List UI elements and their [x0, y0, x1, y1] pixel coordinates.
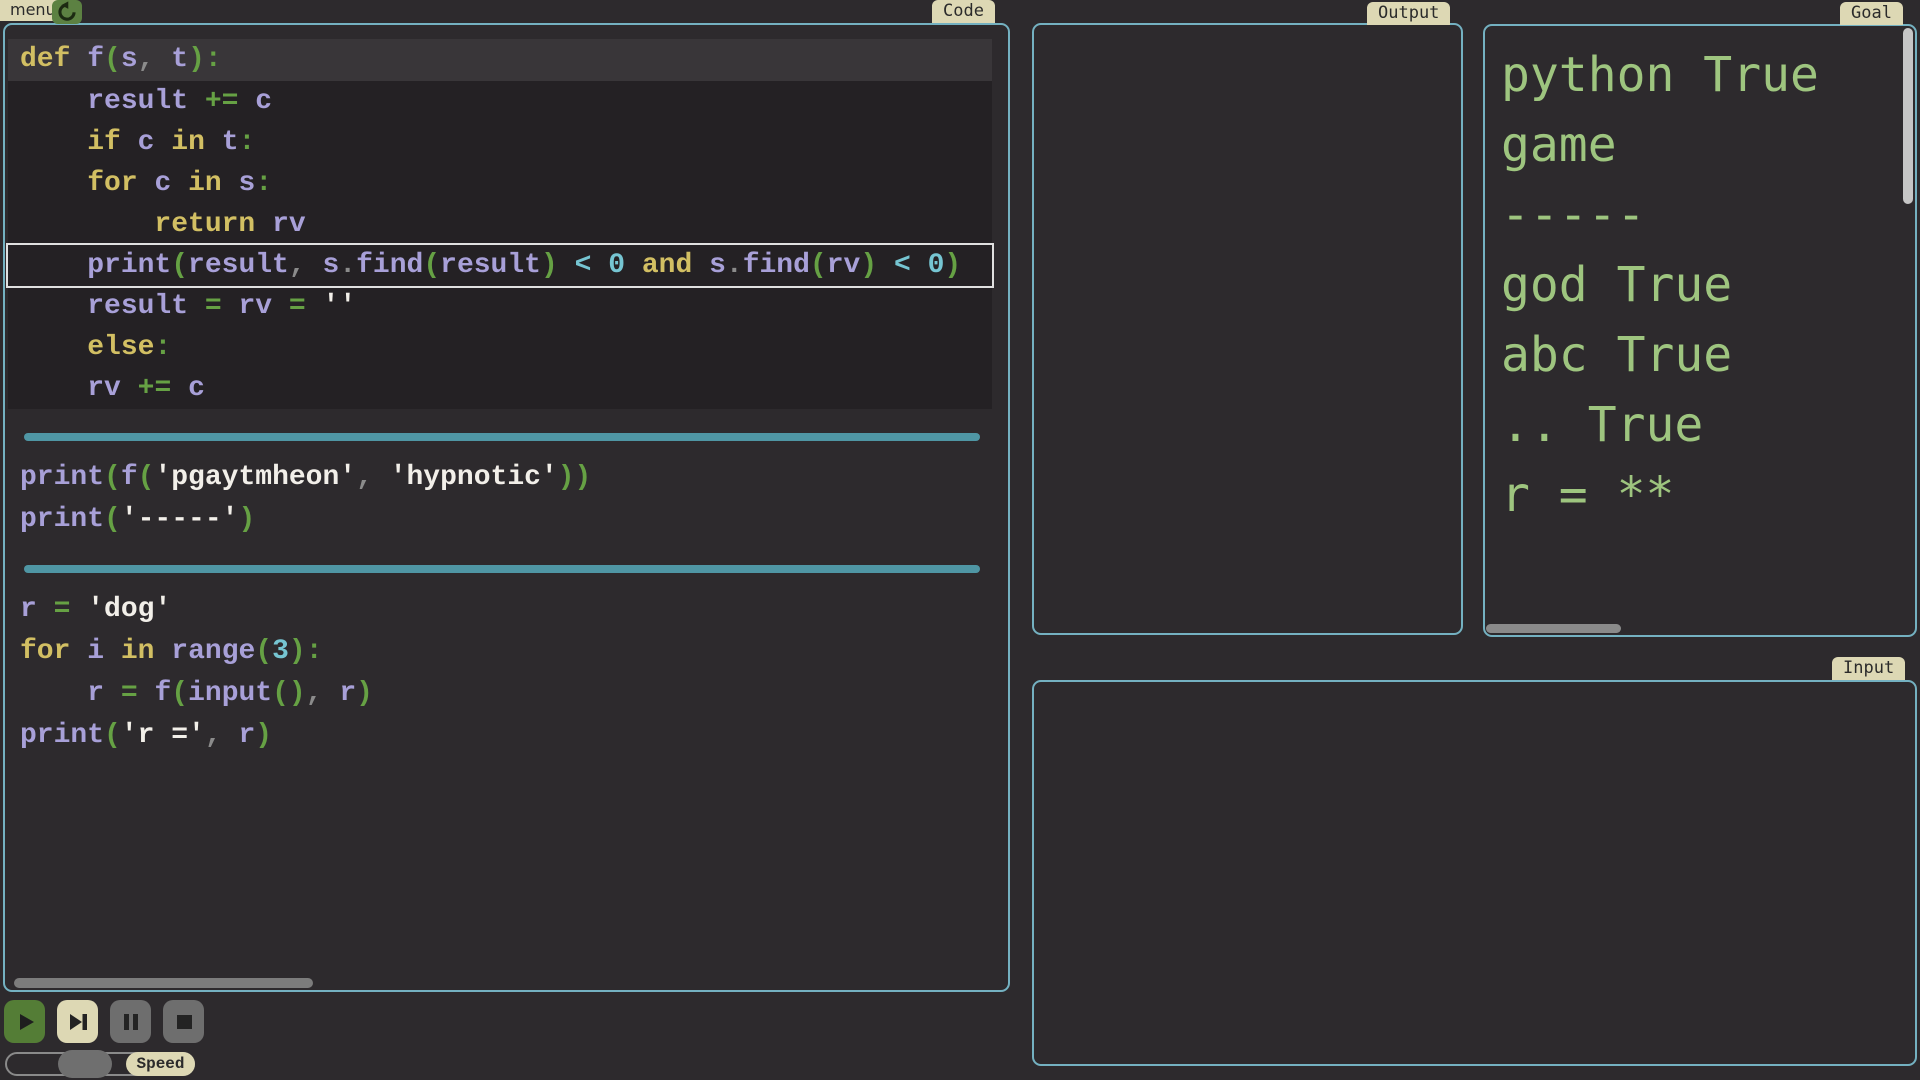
- reset-button[interactable]: [52, 0, 82, 24]
- code-line[interactable]: r = 'dog': [8, 589, 992, 631]
- code-line[interactable]: if c in t:: [8, 122, 992, 163]
- goal-vertical-scrollbar[interactable]: [1903, 28, 1913, 204]
- play-icon: [11, 1008, 39, 1036]
- goal-line: -----: [1501, 180, 1819, 250]
- code-line[interactable]: result = rv = '': [8, 286, 992, 327]
- speed-label: Speed: [126, 1052, 195, 1076]
- code-line[interactable]: for i in range(3):: [8, 631, 992, 673]
- goal-horizontal-scrollbar[interactable]: [1486, 624, 1621, 633]
- code-line[interactable]: for c in s:: [8, 163, 992, 204]
- code-lines: def f(s, t): result += c if c in t: for …: [8, 39, 992, 757]
- stop-button[interactable]: [163, 1000, 204, 1043]
- code-line[interactable]: print('r =', r): [8, 715, 992, 757]
- code-panel: def f(s, t): result += c if c in t: for …: [3, 23, 1010, 992]
- goal-line: r = **: [1501, 460, 1819, 530]
- code-line[interactable]: else:: [8, 327, 992, 368]
- step-icon: [64, 1008, 92, 1036]
- goal-line: abc True: [1501, 320, 1819, 390]
- code-separator: [24, 565, 980, 573]
- goal-line: python True: [1501, 40, 1819, 110]
- playback-controls: [4, 1000, 204, 1043]
- code-separator: [24, 433, 980, 441]
- output-panel: [1032, 23, 1463, 635]
- pause-icon: [117, 1008, 145, 1036]
- code-line[interactable]: return rv: [8, 204, 992, 245]
- tab-goal: Goal: [1840, 2, 1903, 25]
- stop-icon: [170, 1008, 198, 1036]
- code-line[interactable]: result += c: [8, 81, 992, 122]
- code-line[interactable]: print(result, s.find(result) < 0 and s.f…: [8, 245, 992, 286]
- tab-output: Output: [1367, 2, 1450, 25]
- goal-line: god True: [1501, 250, 1819, 320]
- code-line[interactable]: def f(s, t):: [8, 39, 992, 81]
- shuffle-block: result += c if c in t: for c in s: retur…: [8, 81, 992, 409]
- code-line[interactable]: print('-----'): [8, 499, 992, 541]
- speed-slider[interactable]: Speed: [5, 1052, 195, 1076]
- pause-button[interactable]: [110, 1000, 151, 1043]
- play-button[interactable]: [4, 1000, 45, 1043]
- goal-lines: python Truegame-----god Trueabc True.. T…: [1501, 40, 1819, 530]
- input-panel[interactable]: [1032, 680, 1917, 1066]
- code-line[interactable]: print(f('pgaytmheon', 'hypnotic')): [8, 457, 992, 499]
- step-button[interactable]: [57, 1000, 98, 1043]
- code-line[interactable]: rv += c: [8, 368, 992, 409]
- tab-input: Input: [1832, 657, 1905, 680]
- goal-panel: python Truegame-----god Trueabc True.. T…: [1483, 24, 1917, 637]
- code-horizontal-scrollbar[interactable]: [14, 978, 313, 988]
- speed-slider-thumb[interactable]: [58, 1050, 112, 1078]
- code-line[interactable]: r = f(input(), r): [8, 673, 992, 715]
- goal-line: .. True: [1501, 390, 1819, 460]
- reset-icon: [56, 1, 78, 23]
- tab-code: Code: [932, 0, 995, 23]
- goal-line: game: [1501, 110, 1819, 180]
